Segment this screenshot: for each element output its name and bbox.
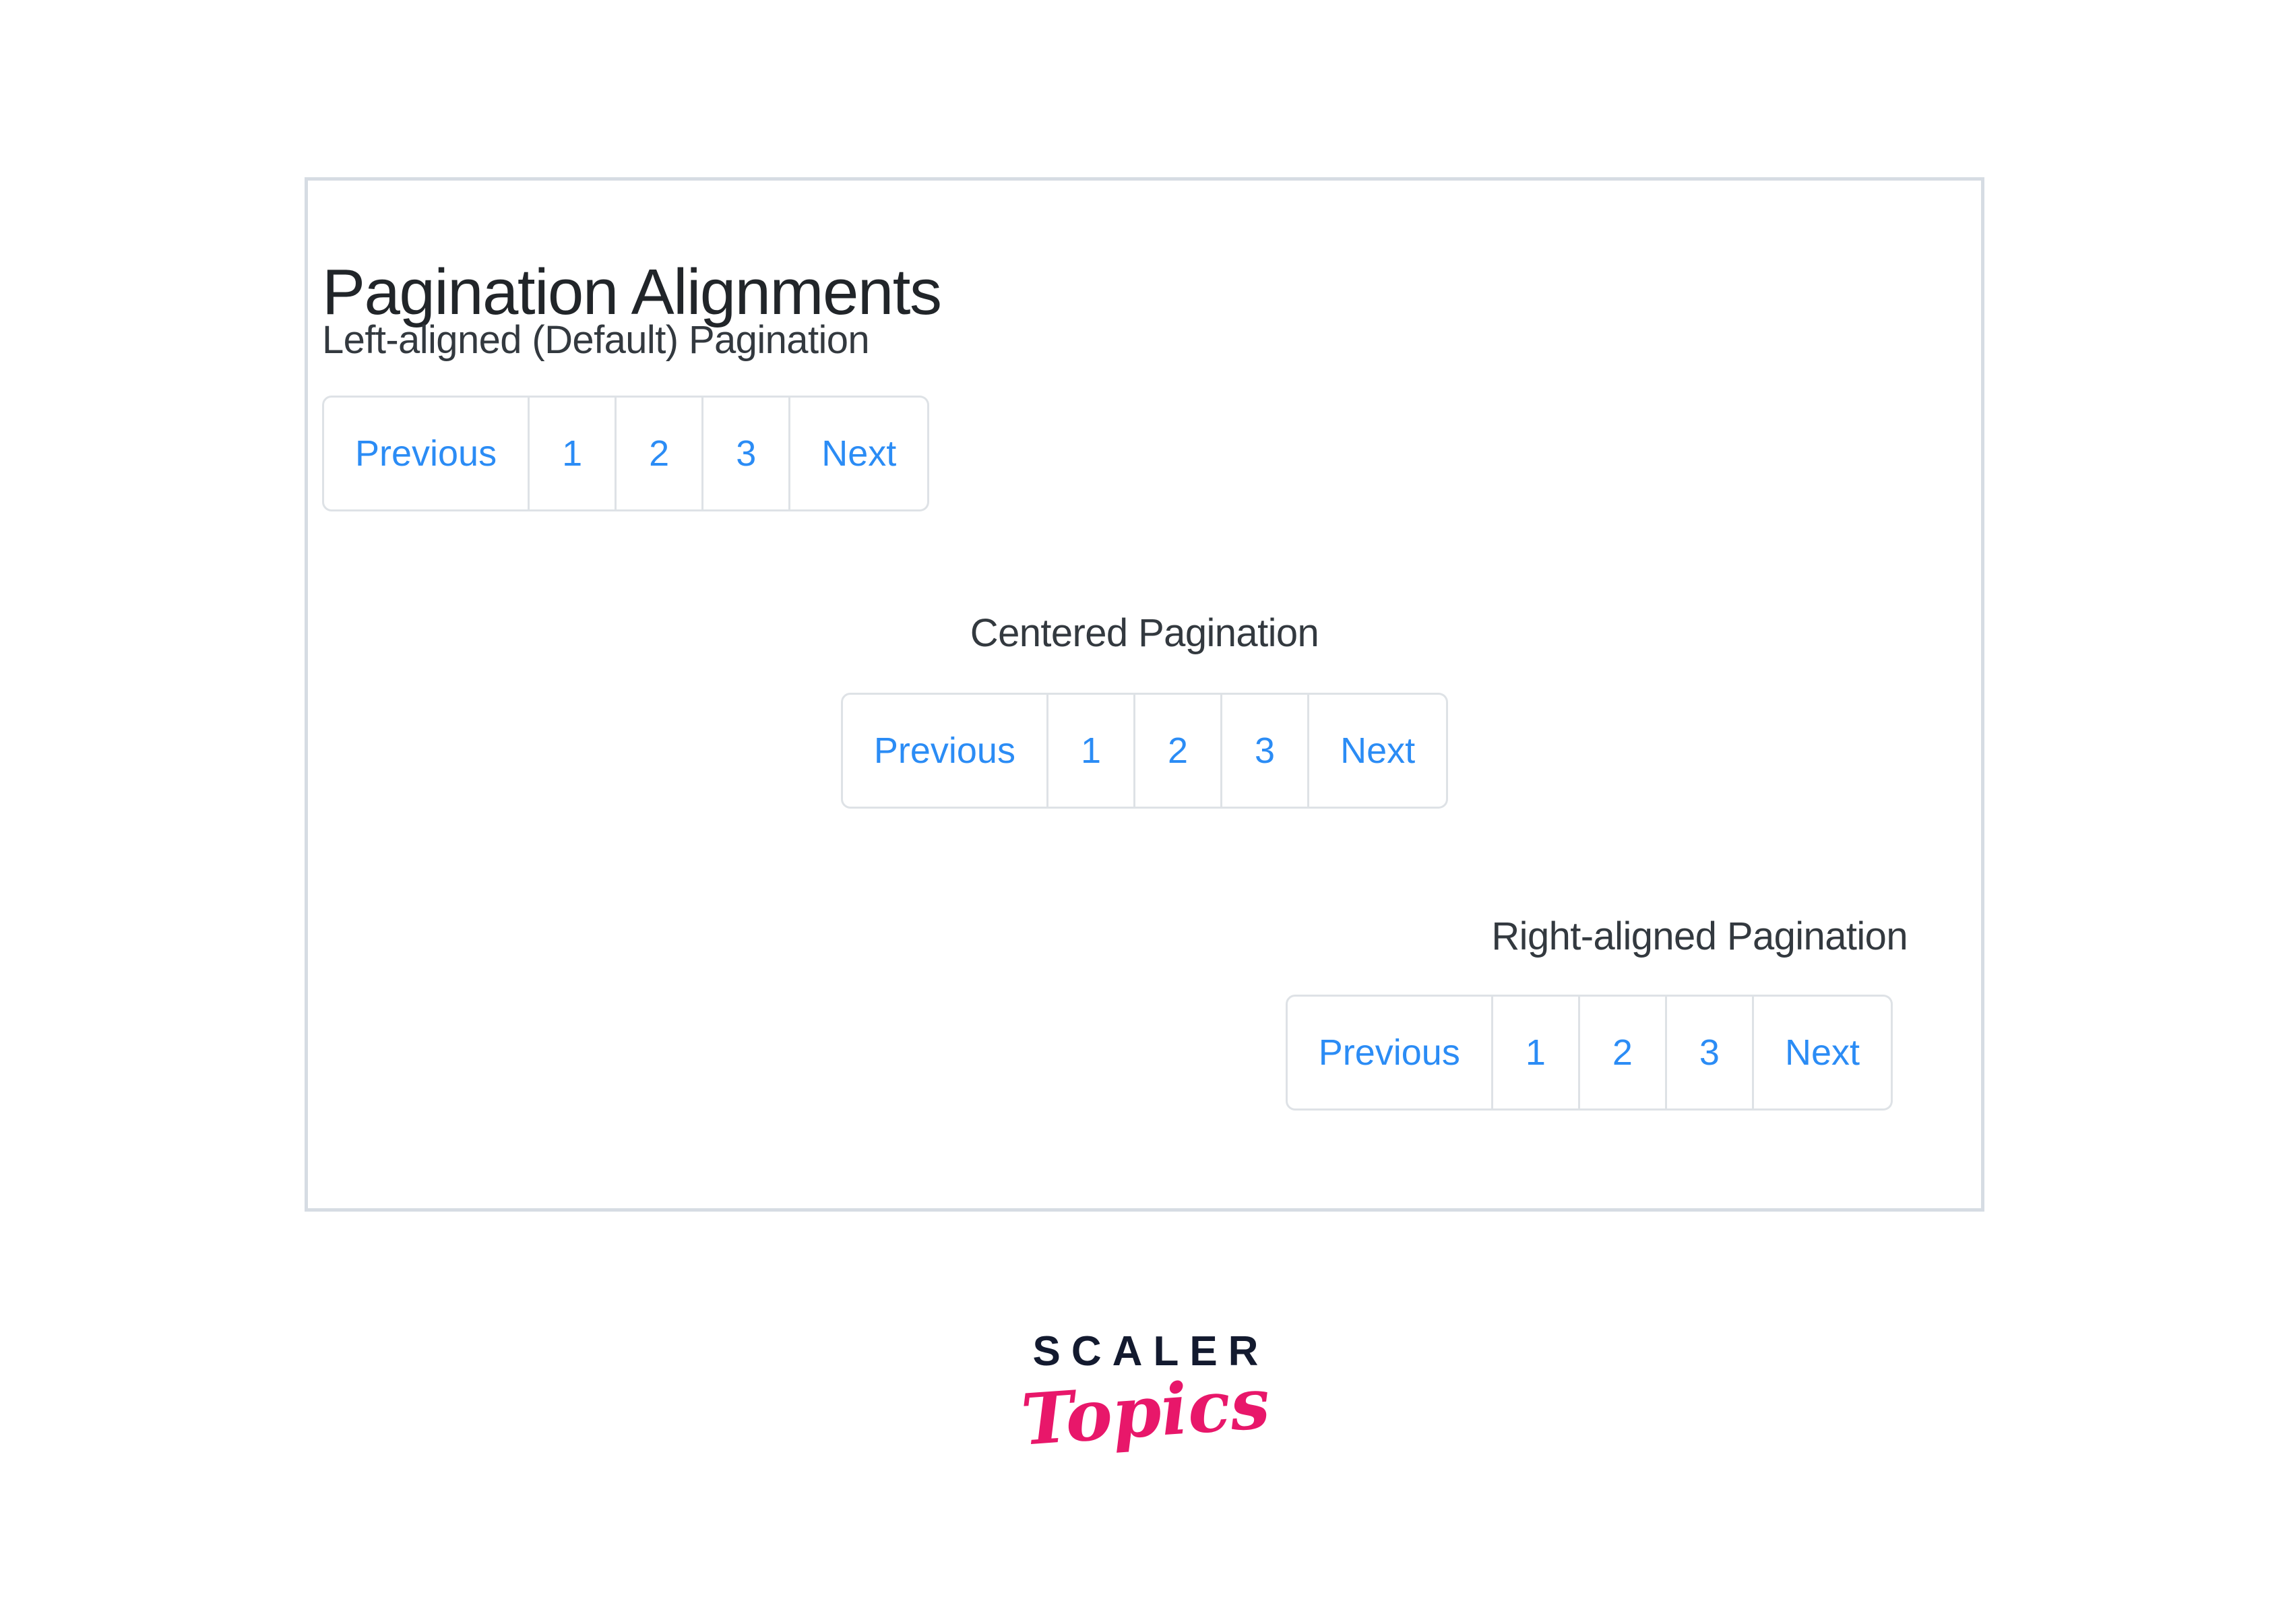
card-content: Pagination Alignments Left-aligned (Defa… bbox=[322, 181, 1967, 1208]
section-heading-right: Right-aligned Pagination bbox=[1491, 914, 1908, 958]
page-item-next[interactable]: Next bbox=[1753, 994, 1893, 1111]
page-link-1[interactable]: 1 bbox=[530, 395, 617, 511]
page-item-2[interactable]: 2 bbox=[617, 395, 704, 511]
page-link-3[interactable]: 3 bbox=[703, 395, 791, 511]
page-item-previous[interactable]: Previous bbox=[322, 395, 530, 511]
page-link-2[interactable]: 2 bbox=[1579, 994, 1667, 1111]
page-item-next[interactable]: Next bbox=[790, 395, 930, 511]
page-link-next[interactable]: Next bbox=[1309, 692, 1449, 809]
section-right-aligned: Right-aligned Pagination Previous 1 2 3 bbox=[322, 915, 1967, 1111]
page-link-3[interactable]: 3 bbox=[1222, 692, 1310, 809]
scaler-topics-logo: SCALER Topics bbox=[0, 1331, 2291, 1462]
page-item-3[interactable]: 3 bbox=[1666, 994, 1754, 1111]
page-item-3[interactable]: 3 bbox=[1222, 692, 1310, 809]
section-heading-center: Centered Pagination bbox=[970, 611, 1319, 655]
page-item-3[interactable]: 3 bbox=[703, 395, 791, 511]
pagination-wrap-right: Previous 1 2 3 Next bbox=[322, 994, 1967, 1111]
page-item-2[interactable]: 2 bbox=[1135, 692, 1223, 809]
page-item-next[interactable]: Next bbox=[1309, 692, 1449, 809]
section-centered: Centered Pagination Previous 1 2 3 Next bbox=[322, 612, 1967, 809]
page-item-previous[interactable]: Previous bbox=[840, 692, 1048, 809]
page-link-1[interactable]: 1 bbox=[1048, 692, 1135, 809]
pagination-center: Previous 1 2 3 Next bbox=[840, 692, 1449, 809]
page-link-previous[interactable]: Previous bbox=[840, 692, 1048, 809]
pagination-demo-card: Pagination Alignments Left-aligned (Defa… bbox=[305, 177, 1984, 1212]
page-link-next[interactable]: Next bbox=[1753, 994, 1893, 1111]
page-link-next[interactable]: Next bbox=[790, 395, 930, 511]
pagination-right: Previous 1 2 3 Next bbox=[1285, 994, 1893, 1111]
page-link-2[interactable]: 2 bbox=[617, 395, 704, 511]
page-title: Pagination Alignments bbox=[322, 256, 942, 329]
page-link-1[interactable]: 1 bbox=[1493, 994, 1580, 1111]
page-link-3[interactable]: 3 bbox=[1666, 994, 1754, 1111]
page-link-previous[interactable]: Previous bbox=[1285, 994, 1493, 1111]
pagination-wrap-center: Previous 1 2 3 Next bbox=[322, 692, 1967, 809]
section-left-aligned: Left-aligned (Default) Pagination Previo… bbox=[322, 319, 1967, 511]
pagination-left: Previous 1 2 3 Next bbox=[322, 395, 930, 511]
pagination-wrap-left: Previous 1 2 3 Next bbox=[322, 395, 1967, 511]
page-item-1[interactable]: 1 bbox=[1048, 692, 1135, 809]
page-link-previous[interactable]: Previous bbox=[322, 395, 530, 511]
page-item-1[interactable]: 1 bbox=[1493, 994, 1580, 1111]
page-link-2[interactable]: 2 bbox=[1135, 692, 1223, 809]
page-item-previous[interactable]: Previous bbox=[1285, 994, 1493, 1111]
section-heading-left: Left-aligned (Default) Pagination bbox=[322, 318, 870, 362]
page-item-2[interactable]: 2 bbox=[1579, 994, 1667, 1111]
page-item-1[interactable]: 1 bbox=[530, 395, 617, 511]
